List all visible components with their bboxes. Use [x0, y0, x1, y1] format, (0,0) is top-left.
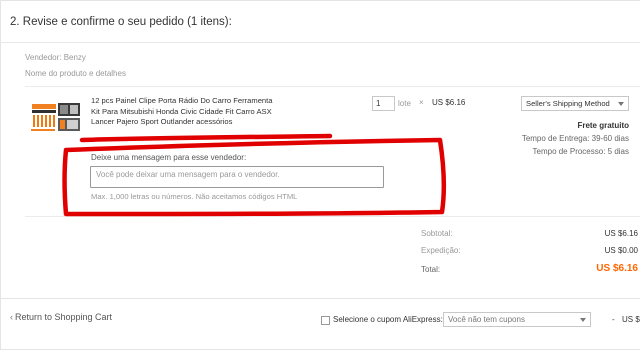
quantity-unit: lote [398, 99, 411, 108]
product-name-line: 12 pcs Painel Clipe Porta Rádio Do Carro… [91, 96, 273, 105]
chevron-down-icon [580, 318, 586, 322]
product-name-link[interactable]: 12 pcs Painel Clipe Porta Rádio Do Carro… [91, 96, 291, 128]
product-name-line: Lancer Pajero Sport Outlander acessórios [91, 117, 233, 127]
free-shipping-label: Frete gratuito [577, 121, 629, 130]
return-to-cart-link[interactable]: ‹ Return to Shopping Cart [10, 312, 112, 322]
multiply-sign: × [419, 98, 424, 107]
section-title: 2. Revise e confirme o seu pedido (1 ite… [10, 16, 232, 28]
subtotal-label: Sobtotal: [421, 229, 453, 238]
quantity-input[interactable]: 1 [372, 96, 395, 111]
vendor-label: Vendedor: Benzy [25, 53, 86, 62]
shipping-method-value: Seller's Shipping Method [526, 99, 610, 108]
divider [0, 42, 640, 43]
unit-price: US $6.16 [432, 98, 466, 107]
total-value: US $6.16 [596, 263, 638, 274]
chevron-left-icon: ‹ [10, 312, 13, 322]
product-details-header: Nome do produto e detalhes [25, 69, 126, 78]
product-thumbnail[interactable] [29, 100, 83, 134]
coupon-select-value: Você não tem cupons [448, 315, 525, 324]
product-name-line: Kit Para Mitsubishi Honda Civic Cidade F… [91, 106, 272, 116]
coupon-checkbox[interactable] [321, 316, 330, 325]
message-label: Deixe uma mensagem para esse vendedor: [91, 153, 247, 162]
processing-time: Tempo de Processo: 5 dias [532, 147, 630, 156]
shipping-cost-value: US $0.00 [604, 246, 638, 255]
shipping-cost-label: Expedição: [421, 246, 461, 255]
subtotal-value: US $6.16 [604, 229, 638, 238]
coupon-discount-sign: - [612, 315, 615, 324]
chevron-down-icon [618, 102, 624, 106]
divider [0, 298, 640, 299]
message-hint: Max. 1,000 letras ou números. Não aceita… [91, 192, 298, 201]
seller-message-input[interactable] [90, 166, 384, 188]
divider [25, 86, 640, 87]
total-label: Total: [421, 265, 441, 274]
coupon-discount-value: US $0 [622, 315, 640, 324]
return-to-cart-label: Return to Shopping Cart [15, 312, 113, 322]
shipping-method-select[interactable]: Seller's Shipping Method [521, 96, 629, 111]
divider [25, 216, 640, 217]
coupon-label: Selecione o cupom AliExpress: [333, 315, 443, 324]
coupon-select[interactable]: Você não tem cupons [443, 312, 591, 327]
delivery-time: Tempo de Entrega: 39-60 dias [521, 134, 629, 143]
